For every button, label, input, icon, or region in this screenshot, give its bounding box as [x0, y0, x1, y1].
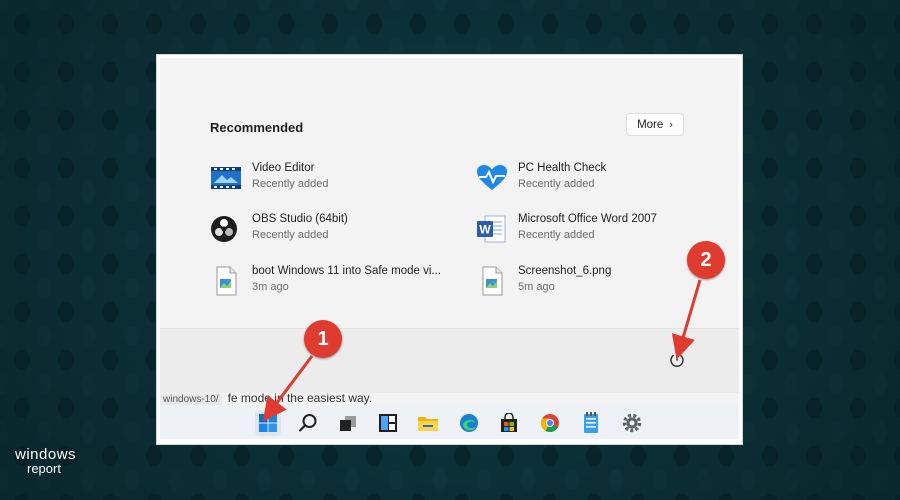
file-explorer-icon[interactable] [415, 410, 441, 436]
recommended-title: Recommended [210, 120, 304, 135]
chevron-right-icon: › [669, 118, 673, 131]
store-icon[interactable] [496, 410, 522, 436]
edge-icon[interactable] [456, 410, 482, 436]
item-name: Microsoft Office Word 2007 [518, 213, 657, 225]
obs-studio-icon [210, 214, 242, 244]
chrome-icon[interactable] [537, 410, 563, 436]
windows-report-logo: windows report [15, 447, 95, 479]
start-icon[interactable] [255, 410, 281, 436]
logo-line-2: report [27, 461, 61, 476]
recommended-item-boot-windows-file[interactable]: boot Windows 11 into Safe mode vi... 3m … [210, 263, 460, 299]
settings-icon[interactable] [619, 410, 645, 436]
taskbar [160, 405, 739, 439]
widgets-icon[interactable] [375, 410, 401, 436]
background-window-text: windows-10/fe mode in the easiest way. [160, 391, 410, 405]
notepad-icon[interactable] [578, 410, 604, 436]
background-sentence: fe mode in the easiest way. [227, 391, 373, 405]
recommended-item-video-editor[interactable]: Video Editor Recently added [210, 160, 460, 196]
image-file-icon [476, 266, 508, 296]
callout-2: 2 [687, 241, 725, 279]
power-icon[interactable] [668, 351, 686, 369]
item-name: Video Editor [252, 162, 315, 174]
background-url-tooltip: windows-10/ [160, 394, 222, 405]
item-name: PC Health Check [518, 162, 607, 174]
start-footer [160, 328, 739, 393]
video-editor-icon [210, 163, 242, 193]
screenshot-frame: Recommended More › Video Editor Recently… [156, 54, 743, 445]
word-icon: W [476, 214, 508, 244]
more-button[interactable]: More › [626, 113, 684, 136]
more-button-label: More [637, 118, 664, 131]
item-sub: Recently added [518, 229, 595, 241]
recommended-item-pc-health-check[interactable]: PC Health Check Recently added [476, 160, 726, 196]
start-menu: Recommended More › Video Editor Recently… [160, 58, 739, 437]
item-name: boot Windows 11 into Safe mode vi... [252, 265, 441, 277]
item-sub: 5m ago [518, 281, 555, 293]
item-sub: Recently added [252, 229, 329, 241]
item-sub: Recently added [518, 178, 595, 190]
callout-1: 1 [304, 320, 342, 358]
recommended-item-obs-studio[interactable]: OBS Studio (64bit) Recently added [210, 211, 460, 247]
logo-line-1: windows [15, 446, 77, 463]
file-icon [210, 266, 242, 296]
item-sub: 3m ago [252, 281, 289, 293]
item-sub: Recently added [252, 178, 329, 190]
item-name: OBS Studio (64bit) [252, 213, 348, 225]
search-icon[interactable] [295, 410, 321, 436]
svg-text:W: W [479, 223, 491, 237]
recommended-item-word[interactable]: W Microsoft Office Word 2007 Recently ad… [476, 211, 726, 247]
task-view-icon[interactable] [335, 410, 361, 436]
pc-health-check-icon [476, 163, 508, 193]
